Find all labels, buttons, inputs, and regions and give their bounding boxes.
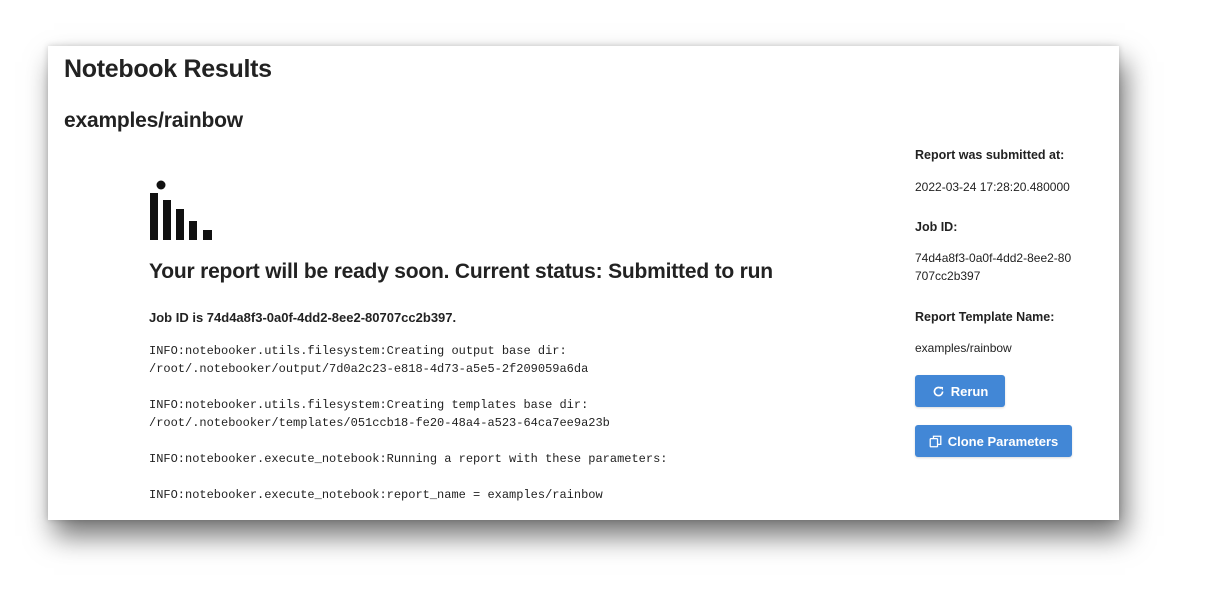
job-id-line: Job ID is 74d4a8f3-0a0f-4dd2-8ee2-80707c… <box>149 310 457 325</box>
log-entry: INFO:notebooker.utils.filesystem:Creatin… <box>149 398 610 430</box>
submitted-at-value: 2022-03-24 17:28:20.480000 <box>915 180 1070 194</box>
clone-parameters-label: Clone Parameters <box>947 433 1059 449</box>
notebook-results-panel: Notebook Results examples/rainbow Your r… <box>48 46 1119 520</box>
rerun-button-label: Rerun <box>950 383 989 399</box>
submitted-at-label: Report was submitted at: <box>915 148 1065 162</box>
refresh-icon <box>932 385 945 398</box>
rerun-button[interactable]: Rerun <box>915 375 1005 407</box>
copy-icon <box>929 435 942 448</box>
report-path-heading: examples/rainbow <box>64 109 243 132</box>
template-name-label: Report Template Name: <box>915 310 1055 324</box>
template-name-value: examples/rainbow <box>915 341 1012 355</box>
notebooker-bars-logo-icon <box>150 180 212 240</box>
job-id-value: 74d4a8f3-0a0f-4dd2-8ee2-80707cc2b397 <box>915 251 1072 283</box>
clone-parameters-button[interactable]: Clone Parameters <box>915 425 1072 457</box>
page-title: Notebook Results <box>64 55 272 83</box>
log-entry: INFO:notebooker.execute_notebook:report_… <box>149 488 603 502</box>
log-entry: INFO:notebooker.execute_notebook:Running… <box>149 452 668 466</box>
log-output: INFO:notebooker.utils.filesystem:Creatin… <box>149 342 667 504</box>
job-id-label: Job ID: <box>915 220 958 234</box>
status-heading: Your report will be ready soon. Current … <box>149 260 773 283</box>
log-entry: INFO:notebooker.utils.filesystem:Creatin… <box>149 344 589 376</box>
